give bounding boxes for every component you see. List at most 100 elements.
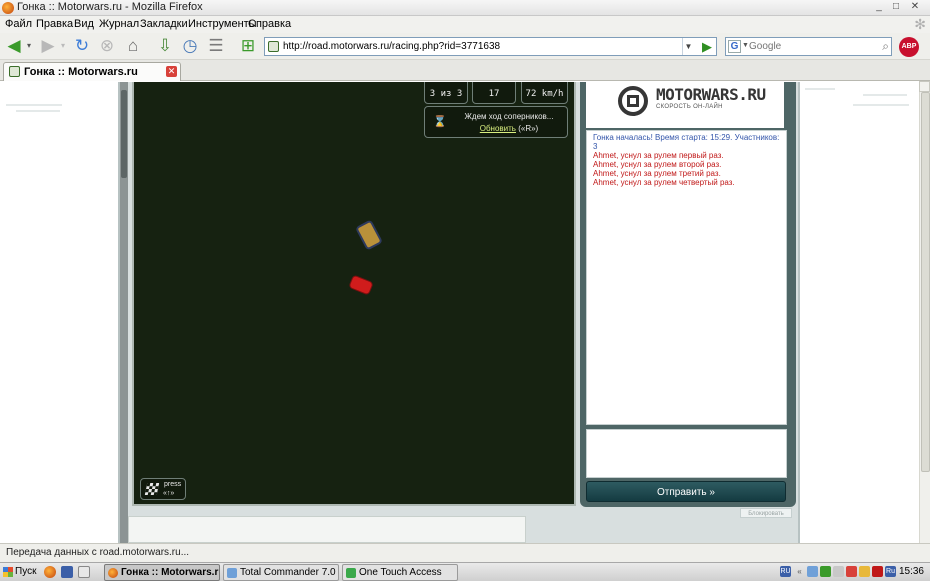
chat-input[interactable]	[586, 429, 787, 478]
tray-k-icon[interactable]	[872, 566, 883, 577]
go-icon[interactable]: ▶	[702, 39, 712, 54]
quicklaunch-save-icon[interactable]	[61, 566, 73, 578]
quicklaunch-firefox-icon[interactable]	[44, 566, 56, 578]
chat-panel: MOTORWARS.RU СКОРОСТЬ ОН-ЛАЙН Гонка нача…	[580, 82, 796, 507]
task-firefox[interactable]: Гонка :: Motorwars.ru...	[104, 564, 220, 581]
race-track[interactable]: ······ 3 из 3 ····· 17 ······· 72 km/h ⌛…	[132, 82, 576, 506]
minimize-button[interactable]: _	[872, 1, 886, 14]
game-frame: ······ 3 из 3 ····· 17 ······· 72 km/h ⌛…	[118, 82, 800, 543]
tray-antivirus-icon[interactable]	[846, 566, 857, 577]
tab-favicon	[9, 66, 20, 77]
status-text: Передача данных с road.motorwars.ru...	[6, 547, 190, 558]
tray-expand-icon[interactable]: «	[794, 566, 805, 577]
history-icon[interactable]: ◷	[180, 36, 200, 56]
chat-message: Ahmet, уснул за рулем первый раз.	[593, 151, 724, 160]
right-decoration	[801, 82, 919, 543]
back-dropdown-icon[interactable]: ▾	[25, 36, 33, 56]
block-button[interactable]: Блокировать	[740, 508, 792, 518]
track-footer	[128, 516, 526, 543]
logo: MOTORWARS.RU СКОРОСТЬ ОН-ЛАЙН	[586, 82, 784, 128]
new-tab-icon[interactable]: ⊞	[238, 36, 258, 56]
navigation-toolbar: ◀ ▾ ▶ ▾ ↻ ⊗ ⌂ ⇩ ◷ ☰ ⊞ http://road.motorw…	[0, 33, 930, 60]
menu-tools[interactable]: Инструменты	[188, 18, 257, 30]
maximize-button[interactable]: □	[889, 1, 903, 14]
tab-motorwars[interactable]: Гонка :: Motorwars.ru ✕	[3, 62, 181, 81]
start-button[interactable]: Пуск	[0, 563, 38, 581]
tab-label: Гонка :: Motorwars.ru	[24, 66, 138, 78]
menu-history[interactable]: Журнал	[99, 18, 139, 30]
speed-box: ······· 72 km/h	[521, 82, 568, 104]
scroll-up-button[interactable]	[919, 81, 930, 92]
menu-edit[interactable]: Правка	[36, 18, 73, 30]
motorwars-logo-icon	[618, 86, 648, 116]
refresh-link[interactable]: Обновить	[480, 124, 516, 133]
refresh-hotkey: («R»)	[518, 124, 539, 133]
chat-message: Гонка началась! Время старта: 15:29. Уча…	[593, 133, 780, 151]
tray-volume-icon[interactable]	[833, 566, 844, 577]
taskbar: Пуск Гонка :: Motorwars.ru... Total Comm…	[0, 562, 930, 581]
accelerate-button[interactable]: press «↑»	[140, 478, 186, 500]
back-icon[interactable]: ◀	[4, 36, 24, 56]
firefox-icon	[2, 2, 14, 14]
chat-log: Гонка началась! Время старта: 15:29. Уча…	[586, 130, 787, 425]
tray-update-icon[interactable]	[859, 566, 870, 577]
one-touch-icon	[346, 568, 356, 578]
tab-close-icon[interactable]: ✕	[166, 66, 177, 77]
windows-logo-icon	[3, 567, 13, 577]
menu-file[interactable]: Файл	[5, 18, 32, 30]
player-car	[348, 274, 374, 296]
site-favicon	[268, 41, 279, 52]
chat-message: Ahmet, уснул за рулем четвертый раз.	[593, 178, 735, 187]
chat-message: Ahmet, уснул за рулем третий раз.	[593, 169, 721, 178]
send-button[interactable]: Отправить »	[586, 481, 786, 502]
page-scrollbar[interactable]	[919, 92, 930, 543]
status-bar: Передача данных с road.motorwars.ru...	[0, 543, 930, 562]
waiting-text: Ждем ход соперников...	[464, 112, 554, 121]
search-bar[interactable]: G ▼ ⌕	[725, 37, 892, 56]
total-commander-icon	[227, 568, 237, 578]
menu-help[interactable]: Справка	[248, 18, 291, 30]
task-total-commander[interactable]: Total Commander 7.0 rel...	[223, 564, 339, 581]
menu-bookmarks[interactable]: Закладки	[140, 18, 188, 30]
task-label: Гонка :: Motorwars.ru...	[121, 567, 219, 578]
home-icon[interactable]: ⌂	[123, 36, 143, 56]
page-content: ······ 3 из 3 ····· 17 ······· 72 km/h ⌛…	[0, 82, 919, 543]
tray-shield-icon[interactable]	[820, 566, 831, 577]
window-title-bar: Гонка :: Motorwars.ru - Mozilla Firefox …	[0, 0, 930, 16]
task-one-touch[interactable]: One Touch Access	[342, 564, 458, 581]
forward-icon[interactable]: ▶	[38, 36, 58, 56]
position-box: ······ 3 из 3	[424, 82, 468, 104]
tray-network-icon[interactable]	[807, 566, 818, 577]
firefox-icon	[108, 568, 118, 578]
logo-subtitle: СКОРОСТЬ ОН-ЛАЙН	[656, 104, 723, 110]
google-icon[interactable]: G	[728, 40, 741, 53]
system-tray: RU « Ru 15:36	[780, 563, 930, 581]
close-window-button[interactable]: ✕	[908, 1, 922, 14]
url-bar[interactable]: http://road.motorwars.ru/racing.php?rid=…	[264, 37, 717, 56]
quicklaunch-desktop-icon[interactable]	[78, 566, 90, 578]
stop-icon[interactable]: ⊗	[97, 36, 117, 56]
menu-view[interactable]: Вид	[74, 18, 94, 30]
frame-scroll-strip	[120, 82, 128, 543]
language-indicator[interactable]: RU	[780, 566, 791, 577]
search-engine-dropdown-icon[interactable]: ▼	[742, 42, 749, 49]
reload-icon[interactable]: ↻	[72, 36, 92, 56]
task-label: One Touch Access	[359, 567, 442, 578]
search-input[interactable]	[749, 39, 874, 54]
url-dropdown-icon[interactable]: ▼	[682, 38, 694, 55]
scrollbar-thumb[interactable]	[921, 92, 930, 472]
start-label: Пуск	[15, 566, 37, 577]
rival-car	[354, 219, 384, 251]
search-icon[interactable]: ⌕	[882, 39, 889, 54]
url-text[interactable]: http://road.motorwars.ru/racing.php?rid=…	[283, 41, 500, 52]
tray-language-icon[interactable]: Ru	[885, 566, 896, 577]
download-icon[interactable]: ⇩	[155, 36, 175, 56]
forward-dropdown-icon[interactable]: ▾	[59, 36, 67, 56]
clock: 15:36	[898, 566, 924, 577]
tab-bar: Гонка :: Motorwars.ru ✕	[0, 60, 930, 81]
window-title: Гонка :: Motorwars.ru - Mozilla Firefox	[17, 1, 203, 13]
menu-bar: Файл Правка Вид Журнал Закладки Инструме…	[0, 16, 930, 33]
adblock-plus-icon[interactable]: ABP	[899, 37, 919, 57]
hourglass-icon: ⌛	[433, 116, 447, 128]
bookmarks-icon[interactable]: ☰	[206, 36, 226, 56]
